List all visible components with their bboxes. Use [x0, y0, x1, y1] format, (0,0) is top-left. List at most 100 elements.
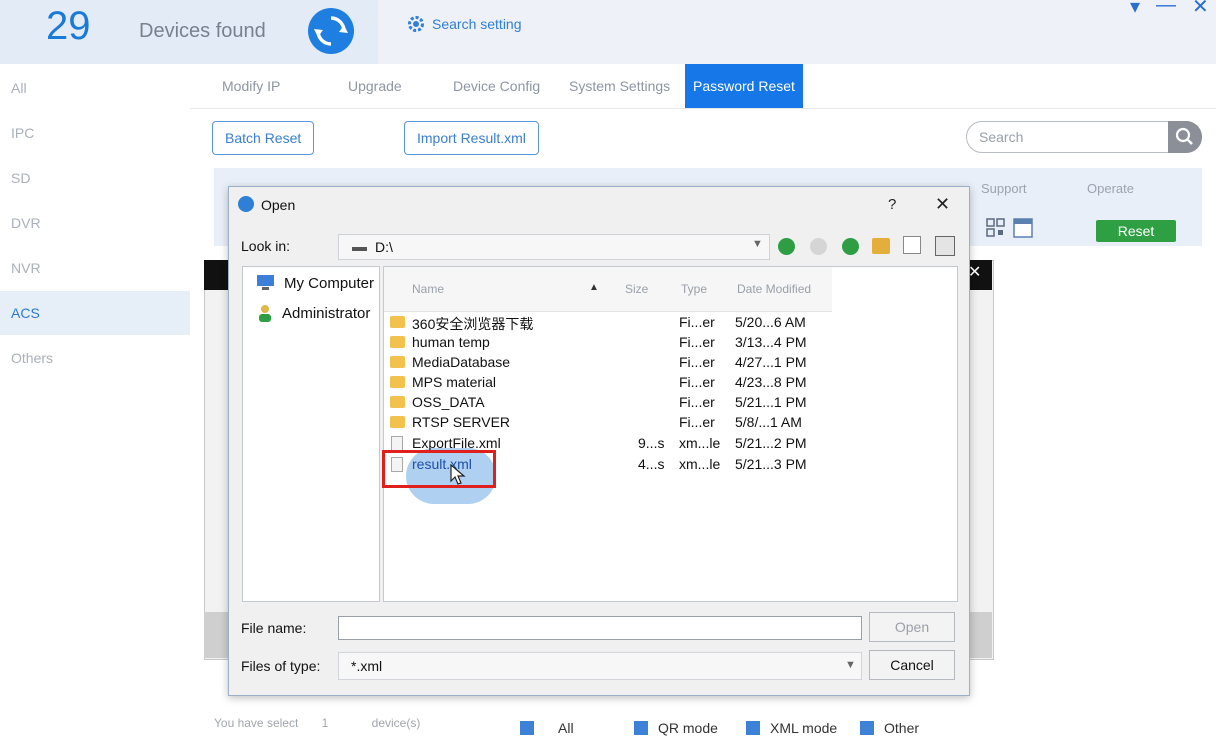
tab-password-reset[interactable]: Password Reset — [685, 64, 803, 108]
file-type: Fi...er — [679, 374, 715, 390]
legend-label: All — [558, 720, 574, 736]
legend-xml-mode: XML mode — [746, 720, 837, 736]
look-in-label: Look in: — [241, 238, 291, 254]
file-name-input[interactable] — [338, 616, 862, 640]
tab-system-settings[interactable]: System Settings — [569, 64, 670, 108]
column-header-size[interactable]: Size — [625, 282, 648, 296]
file-date: 5/21...1 PM — [735, 394, 807, 410]
file-row[interactable]: 360安全浏览器下载 Fi...er 5/20...6 AM — [390, 314, 830, 334]
folder-icon — [390, 416, 405, 428]
list-view-icon[interactable] — [903, 236, 921, 254]
close-window-button[interactable]: ✕ — [1192, 0, 1209, 19]
folder-icon — [390, 316, 405, 328]
file-type: Fi...er — [679, 394, 715, 410]
file-row[interactable]: OSS_DATA Fi...er 5/21...1 PM — [390, 394, 830, 414]
chevron-down-icon[interactable]: ▼ — [752, 238, 763, 250]
close-icon[interactable]: ✕ — [968, 262, 981, 282]
highlight-box — [382, 450, 496, 488]
look-in-select[interactable]: D:\ — [338, 234, 770, 260]
legend-qr-mode: QR mode — [634, 720, 718, 736]
files-of-type-label: Files of type: — [241, 658, 321, 674]
file-date: 4/23...8 PM — [735, 374, 807, 390]
file-name: MediaDatabase — [412, 354, 511, 370]
file-row[interactable]: RTSP SERVER Fi...er 5/8/...1 AM — [390, 414, 830, 434]
column-header-type[interactable]: Type — [681, 282, 707, 296]
file-name: RTSP SERVER — [412, 414, 511, 430]
legend-swatch — [520, 721, 534, 735]
up-folder-icon[interactable] — [842, 238, 859, 255]
legend-all: All — [520, 720, 574, 736]
devices-found-label: Devices found — [139, 20, 266, 42]
folder-icon — [390, 396, 405, 408]
sidebar-item-sd[interactable]: SD — [0, 156, 190, 200]
reset-button[interactable]: Reset — [1096, 220, 1176, 242]
search-setting-button[interactable]: Search setting — [406, 14, 522, 34]
file-row[interactable]: human temp Fi...er 3/13...4 PM — [390, 334, 830, 354]
sidebar-item-label: Administrator — [282, 304, 371, 322]
minimize-window-button[interactable]: — — [1156, 0, 1176, 19]
sort-ascending-icon: ▲ — [589, 282, 599, 293]
search-setting-label: Search setting — [432, 16, 522, 32]
file-type: Fi...er — [679, 354, 715, 370]
back-icon[interactable] — [778, 238, 795, 255]
batch-reset-button[interactable]: Batch Reset — [212, 121, 315, 155]
sidebar-item-my-computer[interactable]: My Computer — [256, 274, 374, 292]
file-type: Fi...er — [679, 414, 715, 430]
column-header-support: Support — [981, 181, 1027, 196]
selection-summary: You have select 1 device(s) — [214, 716, 420, 730]
file-name-label: File name: — [241, 620, 307, 636]
search-input[interactable]: Search — [966, 121, 1202, 153]
file-date: 3/13...4 PM — [735, 334, 807, 350]
cursor-icon — [450, 463, 466, 491]
column-header-name[interactable]: Name — [412, 282, 444, 296]
file-type: Fi...er — [679, 334, 715, 350]
selection-prefix: You have select — [214, 716, 299, 730]
file-row[interactable]: MediaDatabase Fi...er 4/27...1 PM — [390, 354, 830, 374]
cancel-button[interactable]: Cancel — [869, 650, 955, 680]
folder-icon — [390, 376, 405, 388]
tab-device-config[interactable]: Device Config — [453, 64, 540, 108]
sidebar-item-ipc[interactable]: IPC — [0, 111, 190, 155]
sidebar-item-nvr[interactable]: NVR — [0, 246, 190, 290]
search-button[interactable] — [1168, 121, 1202, 153]
new-folder-icon[interactable] — [872, 238, 890, 254]
sidebar-item-acs[interactable]: ACS — [0, 291, 190, 335]
xml-file-icon — [391, 436, 403, 451]
import-result-button[interactable]: Import Result.xml — [404, 121, 539, 155]
column-header-operate: Operate — [1087, 181, 1134, 196]
dropdown-window-button[interactable]: ▾ — [1130, 0, 1140, 19]
computer-icon — [257, 275, 274, 290]
tab-upgrade[interactable]: Upgrade — [348, 64, 402, 108]
app-icon — [238, 196, 254, 212]
sidebar-item-dvr[interactable]: DVR — [0, 201, 190, 245]
file-date: 5/21...3 PM — [735, 456, 807, 472]
file-date: 4/27...1 PM — [735, 354, 807, 370]
tab-modify-ip[interactable]: Modify IP — [222, 64, 280, 108]
sidebar-item-label: My Computer — [284, 274, 375, 292]
open-button[interactable]: Open — [869, 612, 955, 642]
legend-swatch — [746, 721, 760, 735]
file-name: ExportFile.xml — [412, 435, 501, 451]
file-row[interactable]: MPS material Fi...er 4/23...8 PM — [390, 374, 830, 394]
detail-view-icon[interactable] — [935, 236, 955, 256]
help-button[interactable]: ? — [888, 196, 896, 213]
dialog-close-button[interactable]: ✕ — [935, 194, 950, 215]
file-name: OSS_DATA — [412, 394, 485, 410]
forward-icon[interactable] — [810, 238, 827, 255]
file-type: xm...le — [679, 435, 721, 451]
refresh-button[interactable] — [308, 8, 354, 54]
folder-icon — [390, 336, 405, 348]
sidebar-item-others[interactable]: Others — [0, 336, 190, 380]
file-type: xm...le — [679, 456, 721, 472]
column-header-date[interactable]: Date Modified — [737, 282, 811, 296]
files-of-type-select[interactable]: *.xml — [338, 652, 862, 680]
xml-file-icon — [1012, 217, 1034, 244]
sidebar-item-all[interactable]: All — [0, 66, 190, 110]
folder-icon — [390, 356, 405, 368]
file-date: 5/21...2 PM — [735, 435, 807, 451]
dialog-title: Open — [261, 197, 296, 213]
sidebar-item-administrator[interactable]: Administrator — [256, 303, 370, 323]
legend-label: XML mode — [770, 720, 838, 736]
chevron-down-icon[interactable]: ▼ — [845, 659, 856, 671]
legend-label: Other — [884, 720, 920, 736]
